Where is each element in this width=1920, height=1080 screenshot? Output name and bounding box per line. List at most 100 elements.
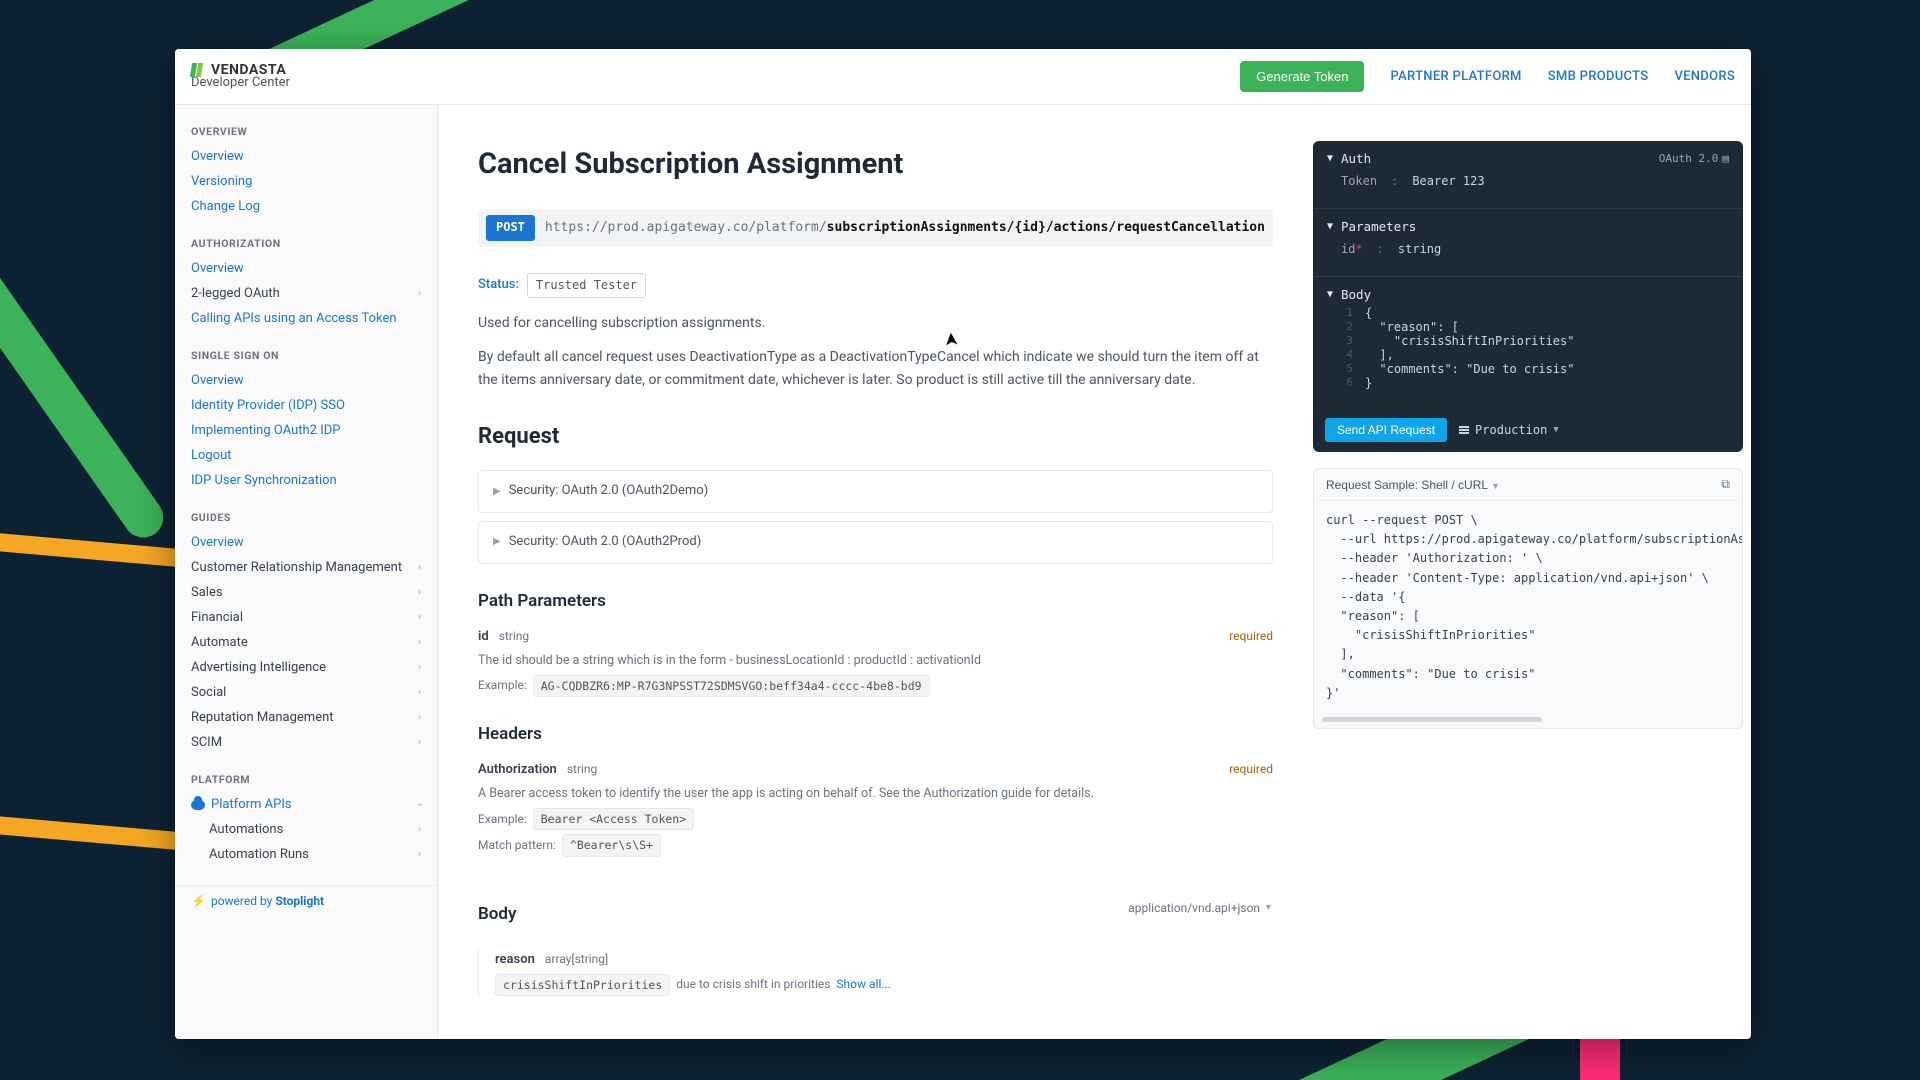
sidebar-item-two-legged-oauth[interactable]: 2-legged OAuth›: [175, 281, 437, 306]
sidebar-item-label: Automate: [191, 635, 248, 650]
security-label: Security: OAuth 2.0 (OAuth2Prod): [509, 532, 702, 553]
sidebar-item-reputation[interactable]: Reputation Management ›: [175, 705, 437, 730]
endpoint-box: POST https://prod.apigateway.co/platform…: [478, 209, 1273, 246]
environment-selector[interactable]: Production ▼: [1459, 423, 1559, 437]
sidebar-item-sales[interactable]: Sales›: [175, 580, 437, 605]
status-label: Status:: [478, 275, 519, 296]
auth-section-label: Auth: [1341, 151, 1371, 166]
nav-partner-platform[interactable]: PARTNER PLATFORM: [1390, 69, 1521, 84]
headers-heading: Headers: [478, 721, 1273, 748]
param-required: required: [1229, 760, 1273, 779]
chevron-down-icon: ›: [414, 803, 425, 806]
server-icon: [1459, 426, 1469, 434]
sidebar-item-auth-overview[interactable]: Overview: [175, 256, 437, 281]
content-type-selector[interactable]: application/vnd.api+json▼: [1128, 899, 1273, 918]
example-label: Example:: [478, 676, 527, 695]
token-input[interactable]: Bearer 123: [1412, 174, 1484, 188]
logo-subtitle: Developer Center: [191, 77, 290, 89]
body-section-toggle[interactable]: ▼ Body: [1327, 287, 1729, 302]
sidebar-item-scim[interactable]: SCIM›: [175, 730, 437, 755]
request-heading: Request: [478, 419, 1273, 454]
generate-token-button[interactable]: Generate Token: [1240, 61, 1364, 92]
sidebar-item-label: Automations: [209, 822, 283, 837]
param-authorization: Authorization string required A Bearer a…: [478, 760, 1273, 857]
sidebar-item-automate[interactable]: Automate ›: [175, 630, 437, 655]
param-description: The id should be a string which is in th…: [478, 651, 1273, 671]
sidebar-item-label: Financial: [191, 610, 243, 625]
reason-enum-value: crisisShiftInPriorities: [495, 974, 670, 996]
param-description: A Bearer access token to identify the us…: [478, 784, 1273, 804]
chevron-right-icon: ›: [418, 612, 421, 623]
token-label: Token: [1341, 174, 1377, 188]
chevron-right-icon: ›: [418, 562, 421, 573]
chevron-right-icon: ›: [418, 849, 421, 860]
description-1: Used for cancelling subscription assignm…: [478, 312, 1273, 334]
sidebar-item-idp-sso[interactable]: Identity Provider (IDP) SSO: [175, 393, 437, 418]
show-all-link[interactable]: Show all...: [836, 975, 890, 994]
chevron-right-icon: ›: [418, 288, 421, 299]
endpoint-url: https://prod.apigateway.co/platform/subs…: [545, 218, 1265, 239]
sidebar-item-changelog[interactable]: Change Log: [175, 194, 437, 219]
security-oauth2-prod[interactable]: ▶ Security: OAuth 2.0 (OAuth2Prod): [478, 521, 1273, 564]
chevron-right-icon: ▶: [493, 484, 501, 500]
sidebar-item-automations[interactable]: Automations ›: [175, 817, 437, 842]
powered-by-stoplight[interactable]: ⚡ powered by Stoplight: [175, 885, 437, 916]
sidebar-item-social[interactable]: Social›: [175, 680, 437, 705]
body-editor[interactable]: 1{ 2 "reason": [ 3 "crisisShiftInPriorit…: [1327, 302, 1729, 398]
sample-title: Request Sample: Shell / cURL: [1326, 478, 1488, 492]
body-heading: Body: [478, 901, 516, 928]
sidebar-item-calling-apis[interactable]: Calling APIs using an Access Token: [175, 306, 437, 331]
description-2: By default all cancel request uses Deact…: [478, 346, 1273, 391]
param-required: required: [1229, 627, 1273, 646]
sidebar-item-overview[interactable]: Overview: [175, 144, 437, 169]
chevron-right-icon: ›: [418, 637, 421, 648]
horizontal-scrollbar[interactable]: [1322, 717, 1542, 722]
reason-description: due to crisis shift in priorities: [676, 975, 830, 994]
sidebar[interactable]: OVERVIEW Overview Versioning Change Log …: [175, 105, 438, 1039]
app-header: VENDASTA Developer Center Generate Token…: [175, 49, 1751, 105]
request-sample-panel: Request Sample: Shell / cURL ▼ ⧉ curl --…: [1313, 468, 1743, 729]
copy-button[interactable]: ⧉: [1721, 477, 1730, 492]
chevron-right-icon: ›: [418, 824, 421, 835]
parameters-section-toggle[interactable]: ▼ Parameters: [1327, 219, 1729, 234]
sidebar-item-platform-apis[interactable]: Platform APIs ›: [175, 792, 437, 817]
sidebar-item-oauth2-idp[interactable]: Implementing OAuth2 IDP: [175, 418, 437, 443]
nav-smb-products[interactable]: SMB PRODUCTS: [1548, 69, 1649, 84]
chevron-down-icon: ▼: [1327, 289, 1333, 300]
param-name: Authorization: [478, 760, 557, 781]
sidebar-item-automation-runs[interactable]: Automation Runs ›: [175, 842, 437, 867]
sidebar-item-versioning[interactable]: Versioning: [175, 169, 437, 194]
chevron-right-icon: ▶: [493, 534, 501, 550]
sidebar-item-label: Sales: [191, 585, 223, 600]
sidebar-item-label: Reputation Management: [191, 710, 334, 725]
sidebar-item-label: Advertising Intelligence: [191, 660, 326, 675]
sidebar-item-idp-sync[interactable]: IDP User Synchronization: [175, 468, 437, 493]
nav-vendors[interactable]: VENDORS: [1674, 69, 1735, 84]
sidebar-item-logout[interactable]: Logout: [175, 443, 437, 468]
security-oauth2-demo[interactable]: ▶Security: OAuth 2.0 (OAuth2Demo): [478, 470, 1273, 513]
param-type: string: [499, 627, 529, 646]
chevron-right-icon: ›: [418, 712, 421, 723]
auth-section-toggle[interactable]: ▼ Auth OAuth 2.0 ▤: [1327, 151, 1729, 166]
send-api-request-button[interactable]: Send API Request: [1325, 418, 1447, 442]
id-param-input[interactable]: string: [1398, 242, 1441, 256]
sidebar-item-advertising[interactable]: Advertising Intelligence›: [175, 655, 437, 680]
sidebar-item-label: Platform APIs: [211, 797, 292, 812]
sidebar-item-financial[interactable]: Financial ›: [175, 605, 437, 630]
sample-code[interactable]: curl --request POST \ --url https://prod…: [1314, 501, 1742, 717]
param-name: id: [478, 627, 489, 648]
content-type-value: application/vnd.api+json: [1128, 899, 1260, 918]
sidebar-item-sso-overview[interactable]: Overview: [175, 368, 437, 393]
sidebar-section-platform: PLATFORM: [175, 773, 437, 792]
auth-scheme-selector[interactable]: OAuth 2.0 ▤: [1659, 152, 1729, 165]
page-title: Cancel Subscription Assignment: [478, 141, 1273, 187]
param-reason: reason array[string] crisisShiftInPriori…: [478, 950, 1273, 996]
vendasta-logo[interactable]: VENDASTA Developer Center: [191, 63, 290, 89]
body-section-label: Body: [1341, 287, 1371, 302]
match-pattern-label: Match pattern:: [478, 836, 556, 855]
sidebar-item-crm[interactable]: Customer Relationship Management›: [175, 555, 437, 580]
sidebar-item-label: Automation Runs: [209, 847, 309, 862]
sidebar-item-guides-overview[interactable]: Overview: [175, 530, 437, 555]
app-window: VENDASTA Developer Center Generate Token…: [175, 49, 1751, 1039]
sample-language-selector[interactable]: Request Sample: Shell / cURL ▼: [1326, 478, 1500, 492]
